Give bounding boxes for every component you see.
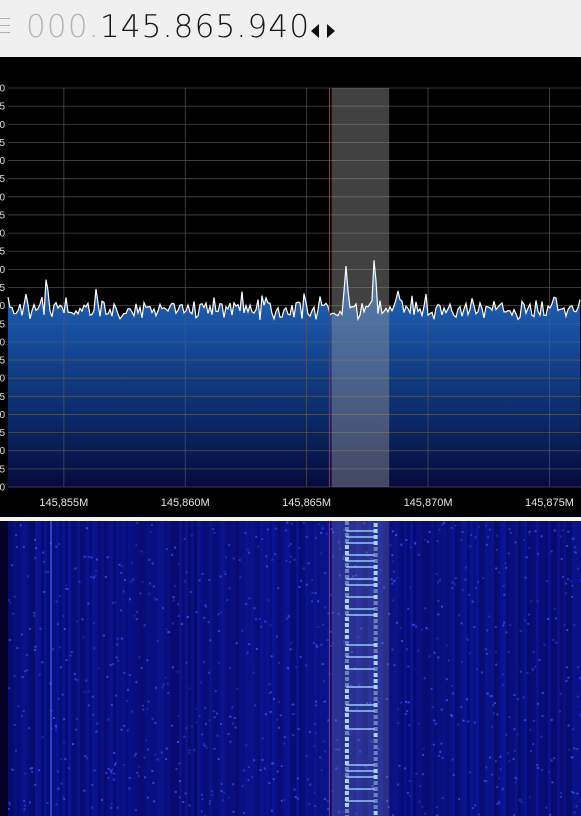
y-tick-label: 5 <box>0 319 5 330</box>
y-tick-label: 5 <box>0 356 5 367</box>
y-tick-label: 0 <box>0 265 5 276</box>
frequency-leading-zeros: 000. <box>26 9 100 45</box>
spectrum-plot[interactable]: 0 5 0 5 0 5 0 5 0 5 0 5 0 5 0 5 0 5 0 5 0 5 0 145,855M 145,860M 1… <box>0 57 581 518</box>
y-tick-label: 0 <box>0 410 5 421</box>
frequency-display[interactable]: 000.145.865.940 <box>26 9 310 45</box>
y-tick-label: 0 <box>0 446 5 457</box>
y-tick-label: 0 <box>0 84 5 95</box>
drag-handle-icon[interactable] <box>0 18 12 40</box>
y-tick-label: 5 <box>0 392 5 403</box>
waterfall-noise <box>8 521 581 816</box>
y-tick-label: 0 <box>0 120 5 131</box>
y-tick-label: 0 <box>0 192 5 203</box>
x-tick-label: 145,860M <box>161 497 210 509</box>
y-tick-label: 0 <box>0 374 5 385</box>
y-tick-label: 5 <box>0 210 5 221</box>
y-tick-label: 0 <box>0 301 5 312</box>
y-tick-label: 5 <box>0 283 5 294</box>
x-tick-label: 145,865M <box>282 497 331 509</box>
y-tick-label: 5 <box>0 102 5 113</box>
waterfall-spur <box>50 521 52 816</box>
x-tick-label: 145,855M <box>39 497 88 509</box>
waterfall-display[interactable] <box>0 521 581 816</box>
y-tick-label: 0 <box>0 156 5 167</box>
y-tick-label: 0 <box>0 229 5 240</box>
x-tick-label: 145,875M <box>525 497 574 509</box>
filter-passband[interactable] <box>331 88 390 487</box>
y-tick-label: 5 <box>0 138 5 149</box>
y-tick-label: 5 <box>0 174 5 185</box>
y-tick-label: 5 <box>0 428 5 439</box>
frequency-toolbar: 000.145.865.940 <box>0 0 581 58</box>
y-tick-label: 5 <box>0 247 5 258</box>
spectrum-fill <box>8 260 581 487</box>
y-tick-label: 0 <box>0 337 5 348</box>
left-right-arrows-icon[interactable] <box>309 22 337 40</box>
frequency-value: 145.865.940 <box>99 9 311 45</box>
spectrum-svg: 0 5 0 5 0 5 0 5 0 5 0 5 0 5 0 5 0 5 0 5 0 5 0 145,855M 145,860M 1… <box>0 84 581 509</box>
y-tick-label: 0 <box>0 483 5 494</box>
x-tick-label: 145,870M <box>404 497 453 509</box>
y-tick-label: 5 <box>0 464 5 475</box>
waterfall-svg <box>0 521 581 816</box>
